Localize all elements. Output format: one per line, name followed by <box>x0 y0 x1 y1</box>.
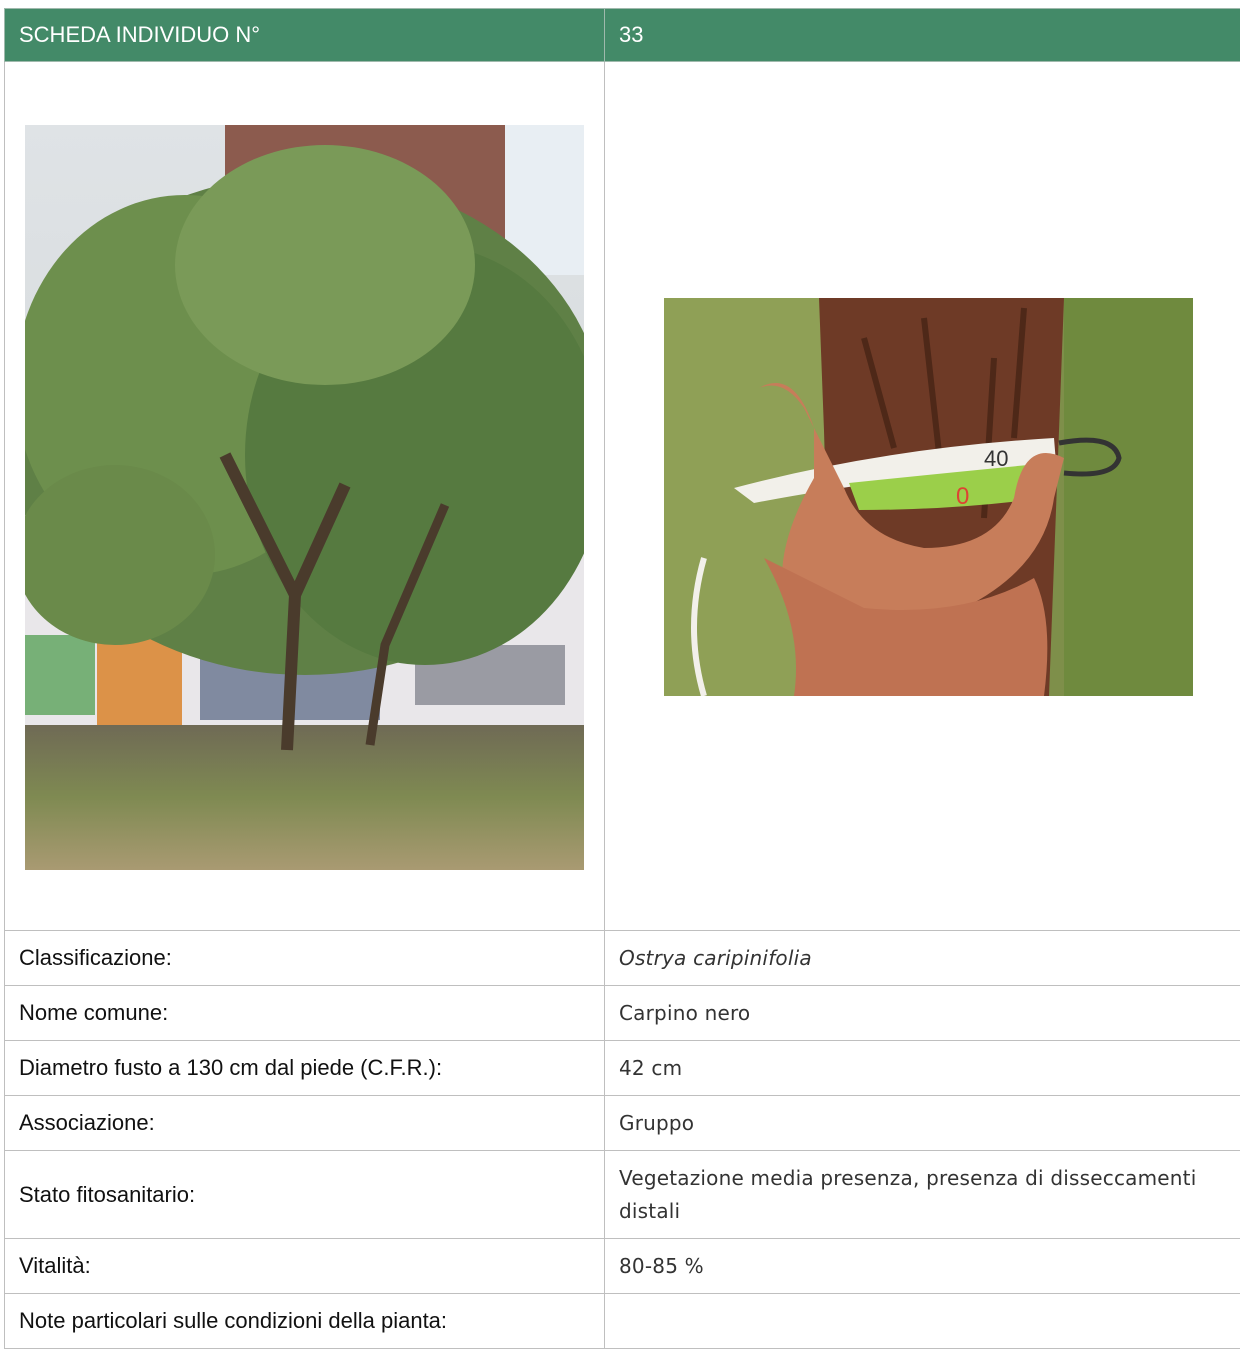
table-row-diameter: Diametro fusto a 130 cm dal piede (C.F.R… <box>5 1041 1240 1096</box>
diameter-value: 42 cm <box>605 1041 1240 1096</box>
table-row-phytosanitary: Stato fitosanitario: Vegetazione media p… <box>5 1151 1240 1239</box>
photo-row: 40 0 <box>5 62 1240 931</box>
notes-label: Note particolari sulle condizioni della … <box>5 1294 605 1349</box>
tree-record-sheet: SCHEDA INDIVIDUO N° 33 <box>4 8 1240 1349</box>
phytosanitary-value: Vegetazione media presenza, presenza di … <box>605 1151 1240 1239</box>
tree-photo <box>25 125 584 870</box>
vitality-label: Vitalità: <box>5 1239 605 1294</box>
common-name-label: Nome comune: <box>5 986 605 1041</box>
association-label: Associazione: <box>5 1096 605 1151</box>
tape-label-40: 40 <box>984 446 1008 471</box>
table-row-notes: Note particolari sulle condizioni della … <box>5 1294 1240 1349</box>
tape-label-0: 0 <box>956 483 969 510</box>
table-row-association: Associazione: Gruppo <box>5 1096 1240 1151</box>
common-name-value: Carpino nero <box>605 986 1240 1041</box>
record-number: 33 <box>605 9 1240 62</box>
association-value: Gruppo <box>605 1096 1240 1151</box>
trunk-measurement-photo: 40 0 <box>664 298 1193 696</box>
trunk-photo-cell: 40 0 <box>605 62 1240 931</box>
notes-value <box>605 1294 1240 1349</box>
table-row-vitality: Vitalità: 80-85 % <box>5 1239 1240 1294</box>
table-row-common-name: Nome comune: Carpino nero <box>5 986 1240 1041</box>
sheet-title: SCHEDA INDIVIDUO N° <box>5 9 605 62</box>
sheet-header: SCHEDA INDIVIDUO N° 33 <box>5 9 1240 62</box>
diameter-label: Diametro fusto a 130 cm dal piede (C.F.R… <box>5 1041 605 1096</box>
phytosanitary-label: Stato fitosanitario: <box>5 1151 605 1239</box>
classification-value: Ostrya caripinifolia <box>605 931 1240 986</box>
tree-photo-cell <box>5 62 605 931</box>
table-row-classification: Classificazione: Ostrya caripinifolia <box>5 931 1240 986</box>
classification-label: Classificazione: <box>5 931 605 986</box>
vitality-value: 80-85 % <box>605 1239 1240 1294</box>
